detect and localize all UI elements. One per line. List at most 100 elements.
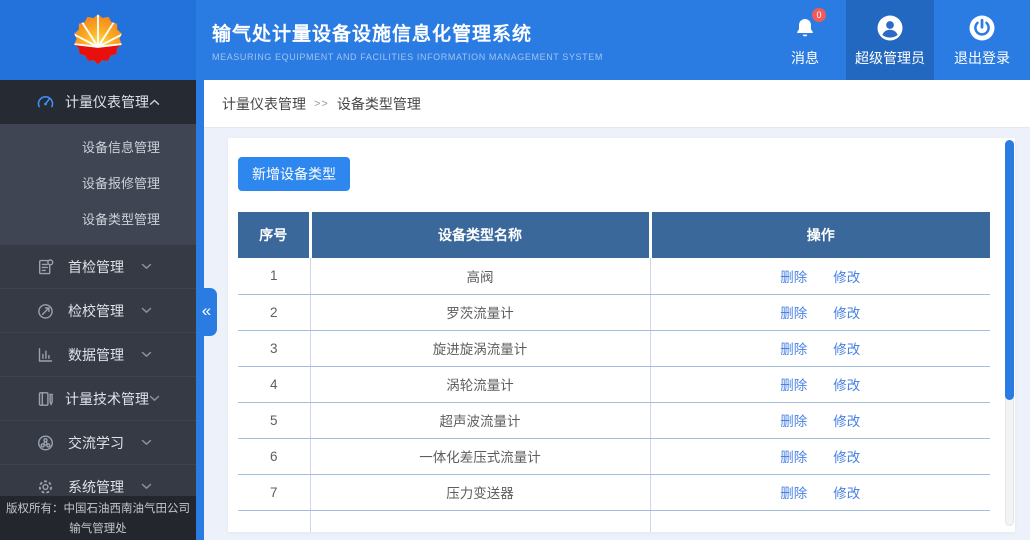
col-header-actions: 操作 xyxy=(648,212,990,258)
device-type-table-body: 1 高阀 删除 修改 2 罗茨流量计 删除 修改 3 旋进旋涡流量计 删除 修改 4 涡轮流量计 删除 修改 5… xyxy=(238,258,990,532)
chevron-down-icon xyxy=(141,351,152,358)
device-type-name: 压力变送器 xyxy=(309,474,650,511)
edit-link[interactable]: 修改 xyxy=(833,306,860,321)
row-index: 5 xyxy=(238,402,310,439)
exchange-icon xyxy=(36,434,58,452)
user-menu-button[interactable]: 超级管理员 xyxy=(846,0,934,80)
delete-link[interactable]: 删除 xyxy=(780,306,807,321)
double-chevron-left-icon: « xyxy=(201,301,212,320)
chevron-down-icon xyxy=(141,439,152,446)
row-index: 2 xyxy=(238,294,310,331)
chevron-up-icon xyxy=(149,99,160,106)
sidebar-menu: 计量仪表管理设备信息管理 设备报修管理 设备类型管理首检管理检校管理数据管理计量技术… xyxy=(0,80,196,508)
sidebar-collapse-button[interactable]: « xyxy=(196,288,217,336)
delete-link[interactable]: 删除 xyxy=(780,486,807,501)
breadcrumb: 计量仪表管理 >> 设备类型管理 xyxy=(204,80,1030,128)
table-header-row: 序号 设备类型名称 操作 xyxy=(238,212,990,258)
sidebar-subitem[interactable]: 设备信息管理 xyxy=(0,130,196,166)
table-row: 6 一体化差压式流量计 删除 修改 xyxy=(238,438,990,475)
device-type-name: 高阀 xyxy=(309,258,650,295)
row-actions: 删除 修改 xyxy=(649,438,990,475)
first-inspection-icon xyxy=(36,258,58,276)
app-title: 输气处计量设备设施信息化管理系统 xyxy=(212,23,533,45)
chevron-down-icon xyxy=(141,263,152,270)
row-index: 4 xyxy=(238,366,310,403)
row-actions: 删除 修改 xyxy=(649,366,990,403)
edit-link[interactable]: 修改 xyxy=(833,414,860,429)
sidebar-item[interactable]: 检校管理 xyxy=(0,288,196,332)
logout-button[interactable]: 退出登录 xyxy=(934,0,1030,80)
table-row: 5 超声波流量计 删除 修改 xyxy=(238,402,990,439)
row-actions: 删除 修改 xyxy=(649,402,990,439)
vertical-scrollbar[interactable] xyxy=(1005,140,1014,526)
app-header: 输气处计量设备设施信息化管理系统 MEASURING EQUIPMENT AND… xyxy=(0,0,1030,80)
edit-link[interactable]: 修改 xyxy=(833,270,860,285)
system-gear-icon xyxy=(36,478,58,496)
delete-link[interactable]: 删除 xyxy=(780,342,807,357)
breadcrumb-current: 设备类型管理 xyxy=(336,95,421,112)
table-row: 4 涡轮流量计 删除 修改 xyxy=(238,366,990,403)
sidebar-item-label: 首检管理 xyxy=(68,258,124,275)
chevron-down-icon xyxy=(141,307,152,314)
row-actions: 删除 修改 xyxy=(649,474,990,511)
copyright-line2: 输气管理处 xyxy=(69,523,127,535)
device-type-name: 涡轮流量计 xyxy=(309,366,650,403)
logo-block xyxy=(0,0,196,80)
sidebar-item-label: 数据管理 xyxy=(68,346,124,363)
bell-icon: 0 xyxy=(793,8,826,44)
messages-button[interactable]: 0 消息 xyxy=(764,0,846,80)
sidebar-item[interactable]: 计量技术管理 xyxy=(0,376,196,420)
table-row: 1 高阀 删除 修改 xyxy=(238,258,990,295)
delete-link[interactable]: 删除 xyxy=(780,414,807,429)
sidebar-item[interactable]: 交流学习 xyxy=(0,420,196,464)
petrochina-logo-icon xyxy=(69,11,127,69)
sidebar-subitem[interactable]: 设备报修管理 xyxy=(0,166,196,202)
sidebar-item-label: 交流学习 xyxy=(68,434,124,451)
sidebar-item[interactable]: 数据管理 xyxy=(0,332,196,376)
col-header-name: 设备类型名称 xyxy=(308,212,650,258)
device-type-name: 旋进旋涡流量计 xyxy=(309,330,650,367)
notification-badge: 0 xyxy=(812,8,826,22)
delete-link[interactable]: 删除 xyxy=(780,450,807,465)
edit-link[interactable]: 修改 xyxy=(833,378,860,393)
delete-link[interactable]: 删除 xyxy=(780,378,807,393)
sidebar: 计量仪表管理设备信息管理 设备报修管理 设备类型管理首检管理检校管理数据管理计量技术… xyxy=(0,80,196,540)
sidebar-item-label: 系统管理 xyxy=(68,478,124,495)
row-actions: 删除 修改 xyxy=(649,294,990,331)
table-row xyxy=(238,510,990,532)
breadcrumb-separator: >> xyxy=(314,97,329,110)
row-actions: 删除 修改 xyxy=(649,330,990,367)
row-actions: 删除 修改 xyxy=(649,258,990,295)
content-card: 新增设备类型 序号 设备类型名称 操作 1 高阀 删除 修改 2 罗茨流量计 删除 修改 3 旋进… xyxy=(228,138,1015,532)
sidebar-item-label: 计量仪表管理 xyxy=(65,94,149,110)
edit-link[interactable]: 修改 xyxy=(833,450,860,465)
row-index: 7 xyxy=(238,474,310,511)
row-index: 1 xyxy=(238,258,310,295)
device-type-name: 一体化差压式流量计 xyxy=(309,438,650,475)
device-type-name: 罗茨流量计 xyxy=(309,294,650,331)
add-device-type-button[interactable]: 新增设备类型 xyxy=(238,157,350,191)
device-type-table: 序号 设备类型名称 操作 1 高阀 删除 修改 2 罗茨流量计 删除 修改 3 旋进旋涡流量计 删除… xyxy=(238,212,990,532)
edit-link[interactable]: 修改 xyxy=(833,486,860,501)
breadcrumb-parent[interactable]: 计量仪表管理 xyxy=(222,94,306,114)
sidebar-item[interactable]: 首检管理 xyxy=(0,244,196,288)
device-type-name: 超声波流量计 xyxy=(309,402,650,439)
col-header-index: 序号 xyxy=(238,212,310,258)
app-subtitle: MEASURING EQUIPMENT AND FACILITIES INFOR… xyxy=(212,51,603,62)
metering-tech-icon xyxy=(36,390,55,408)
sidebar-item-label: 计量技术管理 xyxy=(65,390,149,407)
gauge-icon xyxy=(36,93,55,111)
chevron-down-icon xyxy=(149,395,160,402)
row-index: 6 xyxy=(238,438,310,475)
sidebar-item[interactable]: 计量仪表管理 xyxy=(0,80,196,124)
power-icon xyxy=(967,12,997,44)
delete-link[interactable]: 删除 xyxy=(780,270,807,285)
copyright-line1: 版权所有：中国石油西南油气田公司 xyxy=(6,503,190,515)
data-chart-icon xyxy=(36,346,58,364)
sidebar-subitem[interactable]: 设备类型管理 xyxy=(0,202,196,238)
edit-link[interactable]: 修改 xyxy=(833,342,860,357)
empty-cell xyxy=(649,510,990,532)
title-block: 输气处计量设备设施信息化管理系统 MEASURING EQUIPMENT AND… xyxy=(212,0,603,80)
sidebar-submenu: 设备信息管理 设备报修管理 设备类型管理 xyxy=(0,124,196,244)
scrollbar-thumb[interactable] xyxy=(1005,140,1014,400)
